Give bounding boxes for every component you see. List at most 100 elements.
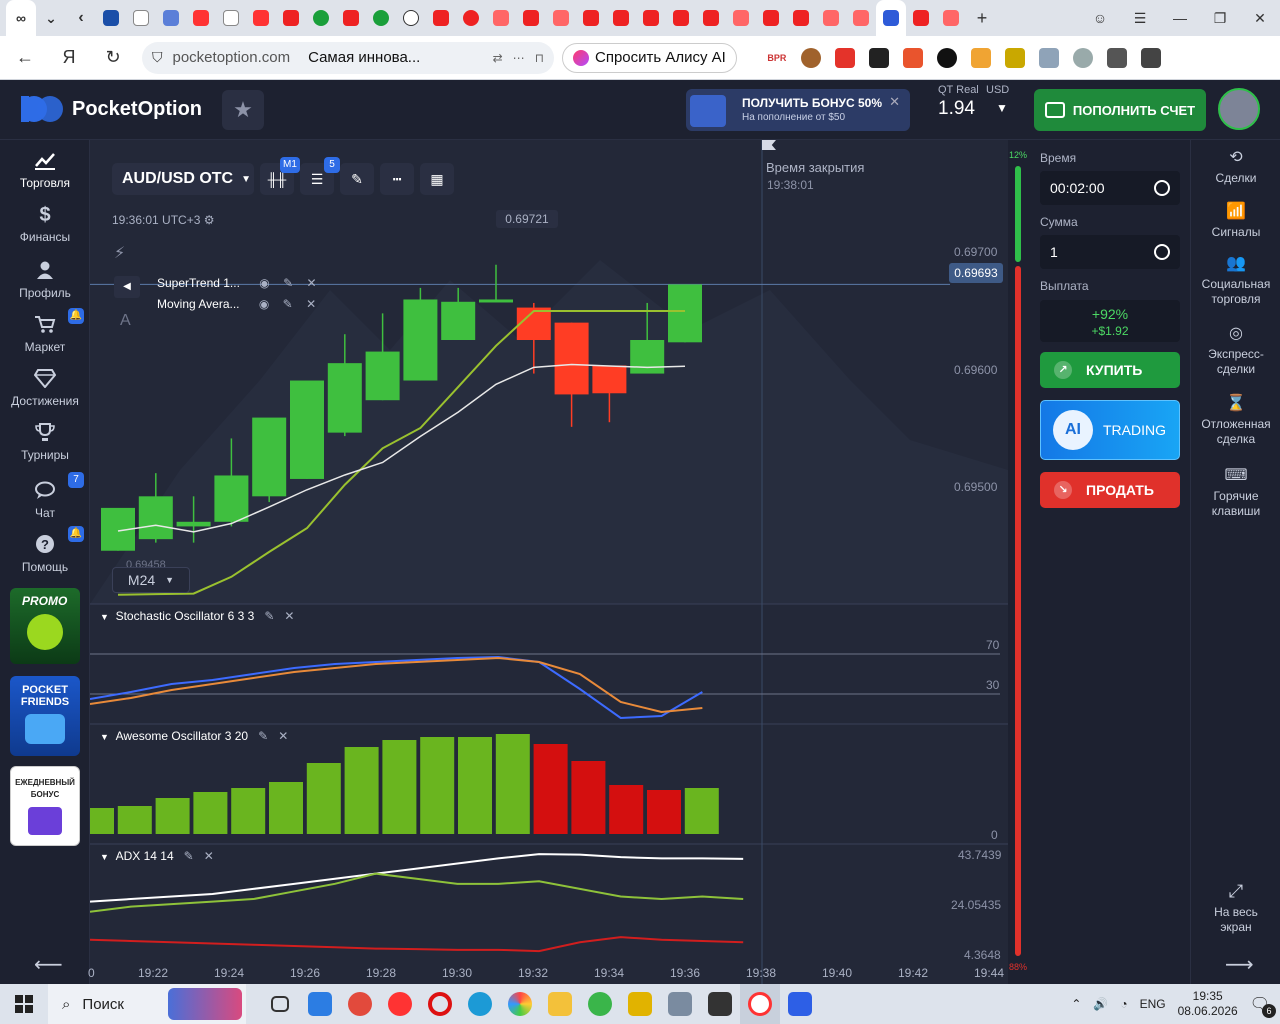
collapse-arrow-icon[interactable]: ⟵ [34, 952, 63, 977]
opera-icon[interactable] [420, 984, 460, 1024]
browser-tab[interactable] [216, 0, 246, 36]
browser-tab[interactable] [426, 0, 456, 36]
avatar[interactable] [1218, 88, 1260, 130]
drawing-tools-button[interactable]: ✎ [340, 163, 374, 195]
browser-tab[interactable] [726, 0, 756, 36]
indicator-supertrend[interactable]: SuperTrend 1... ◉ ✎ ✕ [157, 276, 317, 290]
download-icon[interactable] [1140, 47, 1161, 68]
gear-icon[interactable]: ⚙ [204, 213, 215, 227]
close-icon[interactable]: ✕ [204, 849, 214, 863]
buy-button[interactable]: ↗ КУПИТЬ [1040, 352, 1180, 388]
bonus-banner[interactable]: ПОЛУЧИТЬ БОНУС 50% На пополнение от $50 … [686, 89, 910, 131]
app-icon[interactable] [700, 984, 740, 1024]
app-icon[interactable] [660, 984, 700, 1024]
mail-icon[interactable] [300, 984, 340, 1024]
sidebar-item-chat[interactable]: Чат 7 [0, 472, 90, 520]
time-input[interactable]: 00:02:00 [1040, 171, 1180, 205]
pocket-friends-banner[interactable]: POCKET FRIENDS [10, 676, 80, 756]
shield-icon[interactable] [1038, 47, 1059, 68]
browser-tab[interactable] [636, 0, 666, 36]
extension-icon[interactable] [834, 47, 855, 68]
yandex-browser-icon[interactable] [380, 984, 420, 1024]
text-tool-icon[interactable]: A [120, 312, 131, 330]
translate-icon[interactable]: ⇄ [493, 51, 503, 65]
browser-tab[interactable] [816, 0, 846, 36]
browser-tab[interactable] [456, 0, 486, 36]
collapse-indicators-button[interactable]: ◀ [114, 276, 140, 298]
profile-icon[interactable]: ☺ [1080, 10, 1120, 26]
browser-tab[interactable] [246, 0, 276, 36]
amount-input[interactable]: 1 [1040, 235, 1180, 269]
sidebar-item-achievements[interactable]: Достижения [0, 368, 90, 408]
fullscreen-button[interactable]: ⤢ На весь экран [1191, 882, 1280, 935]
edge-icon[interactable] [460, 984, 500, 1024]
sound-icon[interactable] [970, 47, 991, 68]
sidebar-item-help[interactable]: ? Помощь 🔔 [0, 526, 90, 574]
app-icon[interactable] [500, 984, 540, 1024]
browser-tab[interactable] [906, 0, 936, 36]
browser-tab[interactable] [126, 0, 156, 36]
browser-tab[interactable] [156, 0, 186, 36]
sidebar-item-pending[interactable]: ⌛ Отложенная сделка [1191, 396, 1280, 447]
browser-tab[interactable] [576, 0, 606, 36]
folder-icon[interactable] [540, 984, 580, 1024]
start-button[interactable] [0, 984, 48, 1024]
sell-button[interactable]: ↘ ПРОДАТЬ [1040, 472, 1180, 508]
close-button[interactable]: ✕ [1240, 10, 1280, 27]
close-icon[interactable]: ✕ [889, 94, 900, 110]
indicator-moving-average[interactable]: Moving Avera... ◉ ✎ ✕ [157, 297, 316, 311]
layout-grid-button[interactable]: ▦ [420, 163, 454, 195]
minimize-button[interactable]: — [1160, 10, 1200, 26]
volume-icon[interactable]: 🔊 [1093, 997, 1108, 1011]
sidebar-item-tournaments[interactable]: Турниры [0, 422, 90, 462]
taskbar-search[interactable]: ⌕ Поиск [48, 984, 246, 1024]
task-view-icon[interactable] [260, 984, 300, 1024]
browser-tab[interactable] [666, 0, 696, 36]
globe-icon[interactable] [1072, 47, 1093, 68]
app-icon[interactable] [780, 984, 820, 1024]
browser-tab[interactable] [486, 0, 516, 36]
reload-button[interactable]: ↻ [98, 43, 128, 73]
cookie-icon[interactable] [800, 47, 821, 68]
wifi-icon[interactable]: ◔ [1120, 997, 1127, 1011]
expand-arrow-icon[interactable]: ⟶ [1225, 952, 1254, 977]
edit-icon[interactable]: ✎ [184, 849, 194, 863]
chevron-up-icon[interactable]: ⌃ [1071, 997, 1081, 1011]
close-icon[interactable]: ✕ [306, 297, 316, 311]
asset-selector[interactable]: AUD/USD OTC ▼ [112, 163, 254, 195]
browser-tab[interactable] [336, 0, 366, 36]
sidebar-item-express[interactable]: ◎ Экспресс-сделки [1191, 326, 1280, 377]
browser-tab[interactable] [846, 0, 876, 36]
back-button[interactable]: ← [10, 43, 40, 73]
url-bar[interactable]: ⛉ pocketoption.com Самая иннова... ⇄ ⋯ ⊓ [142, 41, 554, 74]
chrome-icon[interactable] [340, 984, 380, 1024]
indicators-button[interactable]: ☰ 5 [300, 157, 340, 195]
close-icon[interactable]: ✕ [284, 609, 294, 623]
extension-icon[interactable] [902, 47, 923, 68]
sidebar-item-signals[interactable]: 📶 Сигналы [1191, 204, 1280, 240]
browser-tab[interactable] [96, 0, 126, 36]
browser-tab[interactable]: ∞ [6, 0, 36, 36]
bookmark-icon[interactable]: ⊓ [535, 51, 544, 65]
ask-alice-button[interactable]: Спросить Алису AI [562, 42, 737, 73]
clock[interactable]: 19:35 08.06.2026 [1178, 989, 1238, 1019]
extension-icon[interactable] [1106, 47, 1127, 68]
collapse-icon[interactable]: ▼ [100, 732, 109, 742]
browser-tab[interactable] [696, 0, 726, 36]
extension-icon[interactable] [868, 47, 889, 68]
chart-area[interactable] [90, 140, 1008, 984]
new-tab-button[interactable]: + [970, 6, 994, 30]
clock-icon[interactable] [1154, 180, 1170, 196]
dollar-circle-icon[interactable] [1154, 244, 1170, 260]
deposit-button[interactable]: ПОПОЛНИТЬ СЧЕТ [1034, 89, 1206, 131]
sidebar-item-hotkeys[interactable]: ⌨ Горячие клавиши [1191, 468, 1280, 519]
yandex-icon[interactable] [740, 984, 780, 1024]
browser-tab[interactable] [186, 0, 216, 36]
browser-tab[interactable] [516, 0, 546, 36]
chart-type-button[interactable]: ╫╫ M1 [260, 157, 300, 195]
eye-icon[interactable]: ◉ [259, 297, 269, 311]
browser-tab-active[interactable] [876, 0, 906, 36]
browser-tab[interactable] [546, 0, 576, 36]
timeframe-selector[interactable]: M24 ▼ [112, 567, 190, 593]
sidebar-item-finance[interactable]: $ Финансы [0, 204, 90, 244]
